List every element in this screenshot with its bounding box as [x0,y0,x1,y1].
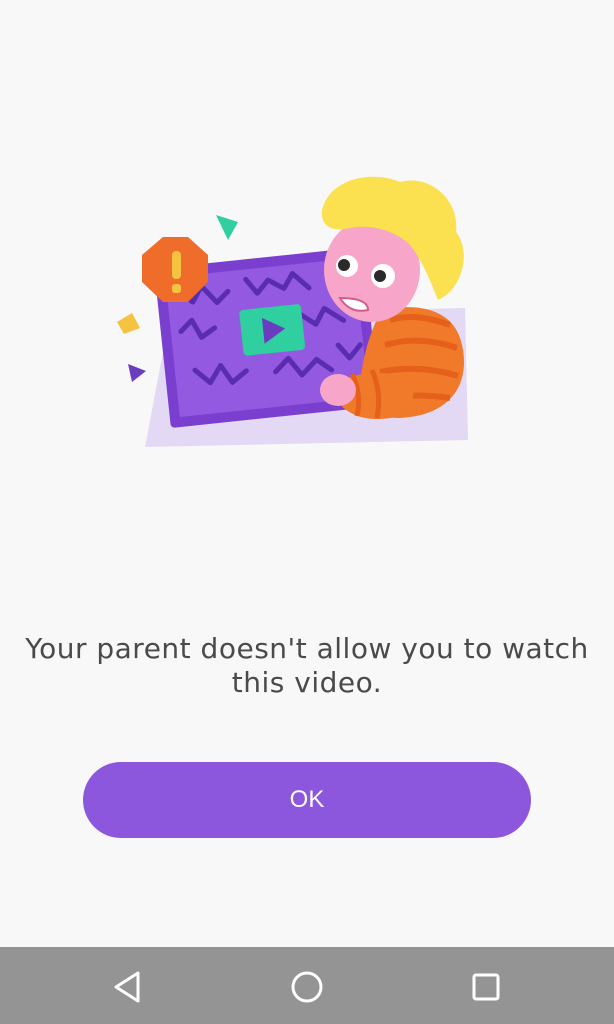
blocked-video-illustration [117,176,468,447]
child-character [320,176,465,420]
recents-icon[interactable] [464,965,508,1009]
back-icon[interactable] [105,965,149,1009]
hand [320,374,356,406]
ok-button[interactable]: OK [83,762,531,838]
blocked-message: Your parent doesn't allow you to watch t… [25,632,589,699]
home-icon[interactable] [285,965,329,1009]
navigation-bar [0,947,614,1024]
sparkle-purple [128,364,146,382]
sparkle-teal [216,215,238,240]
sparkle-yellow [117,313,140,334]
